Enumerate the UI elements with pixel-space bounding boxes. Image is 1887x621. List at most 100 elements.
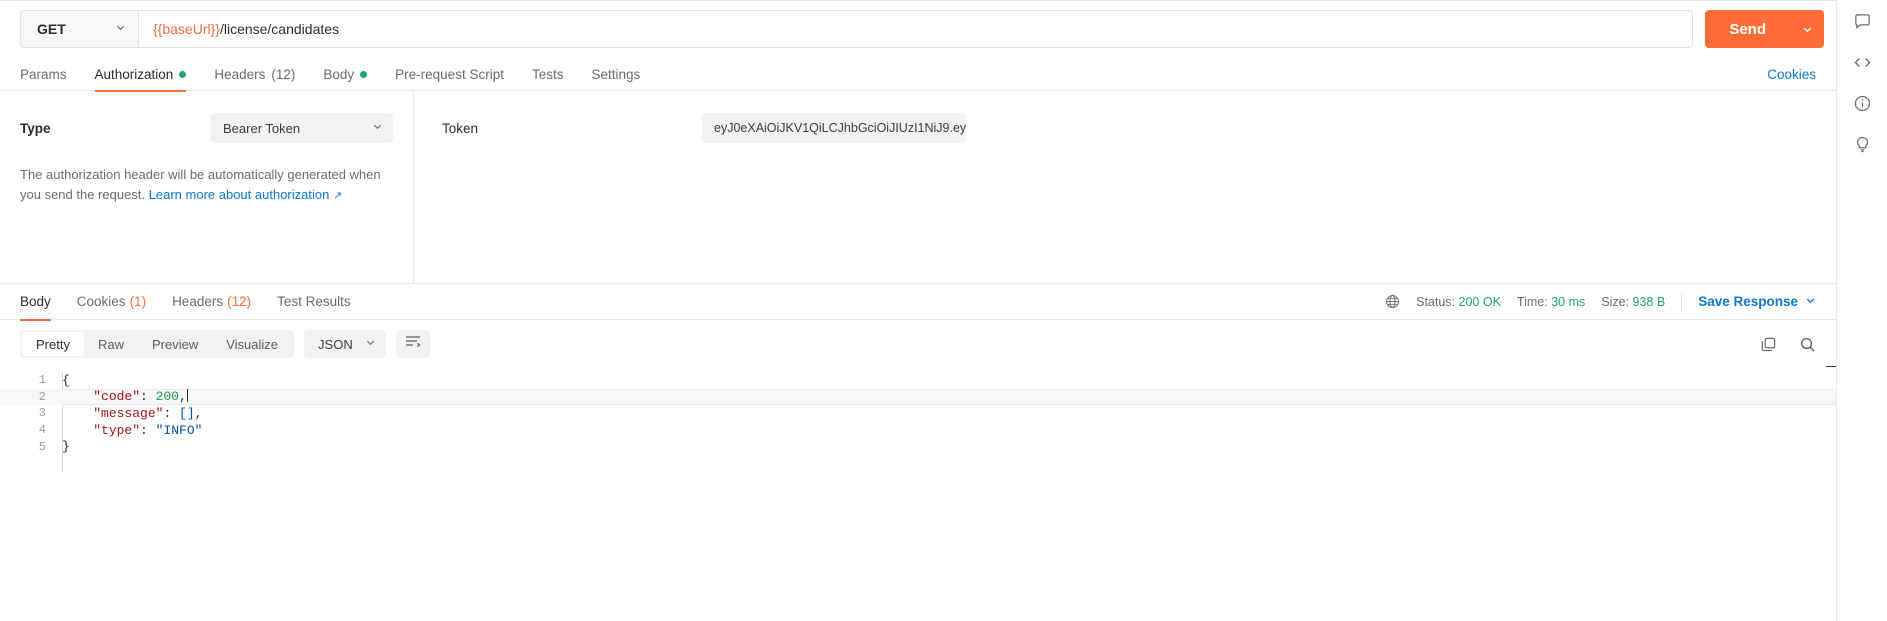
url-bar: GET {{baseUrl}}/license/candidates Send	[0, 0, 1836, 58]
body-active-dot-icon	[360, 70, 368, 78]
format-raw[interactable]: Raw	[84, 332, 138, 356]
line-number: 1	[38, 373, 46, 388]
globe-icon[interactable]	[1385, 294, 1400, 309]
tab-headers-count: (12)	[271, 66, 296, 82]
comment-icon[interactable]	[1853, 12, 1872, 31]
tab-body[interactable]: Body	[323, 58, 368, 91]
code-line[interactable]: 3 "message": [],	[0, 405, 1836, 422]
auth-learn-more-link[interactable]: Learn more about authorization ↗	[149, 187, 343, 202]
response-tab-headers-label: Headers	[172, 294, 224, 309]
response-tab-test-results[interactable]: Test Results	[277, 284, 351, 320]
tab-pre-request-script[interactable]: Pre-request Script	[395, 58, 504, 91]
code-text: "code": 200,	[93, 389, 188, 405]
chevron-down-icon	[115, 22, 126, 36]
code-line[interactable]: 2 "code": 200,	[0, 388, 1836, 406]
auth-type-value: Bearer Token	[223, 120, 301, 136]
auth-type-select[interactable]: Bearer Token	[211, 113, 393, 143]
wrap-lines-button[interactable]	[395, 330, 430, 358]
response-tab-headers[interactable]: Headers (12)	[172, 284, 251, 320]
response-meta: Status: 200 OK Time: 30 ms Size: 938 B S…	[1385, 292, 1816, 311]
tab-headers-label: Headers	[214, 66, 266, 82]
copy-icon[interactable]	[1760, 336, 1777, 353]
chevron-down-icon	[372, 121, 383, 135]
response-tab-cookies-count: (1)	[129, 294, 147, 309]
tab-authorization-label: Authorization	[94, 66, 174, 82]
tab-settings[interactable]: Settings	[591, 58, 640, 91]
line-number: 4	[38, 423, 46, 438]
format-segmented-control: Pretty Raw Preview Visualize	[20, 330, 295, 358]
code-line[interactable]: 1{	[0, 372, 1836, 389]
send-options-chevron-down-icon[interactable]	[1790, 10, 1824, 48]
editor-actions	[1760, 336, 1816, 353]
search-icon[interactable]	[1799, 336, 1816, 353]
size-value: 938 B	[1632, 294, 1666, 309]
language-select[interactable]: JSON	[304, 330, 386, 358]
response-tab-test-results-label: Test Results	[277, 294, 351, 309]
meta-divider	[1681, 292, 1683, 311]
status-label: Status:	[1416, 294, 1456, 309]
code-snippet-icon[interactable]	[1853, 53, 1872, 72]
wrap-lines-icon	[405, 335, 421, 353]
tab-headers[interactable]: Headers (12)	[214, 58, 295, 91]
format-visualize[interactable]: Visualize	[212, 332, 292, 356]
url-combo: GET {{baseUrl}}/license/candidates	[20, 10, 1694, 48]
code-line[interactable]: 4 "type": "INFO"	[0, 422, 1836, 439]
size-label: Size:	[1601, 294, 1630, 309]
authorization-active-dot-icon	[179, 70, 187, 78]
main-column: GET {{baseUrl}}/license/candidates Send	[0, 0, 1836, 621]
code-text: }	[62, 439, 70, 455]
token-value: eyJ0eXAiOiJKV1QiLCJhbGciOiJIUzI1NiJ9.ey…	[714, 121, 966, 135]
size-metric: Size: 938 B	[1601, 295, 1665, 309]
line-number: 3	[38, 406, 46, 421]
response-format-bar: Pretty Raw Preview Visualize JSON	[0, 320, 1836, 366]
http-method-select[interactable]: GET	[21, 11, 139, 47]
code-text: {	[62, 372, 70, 388]
tab-params-label: Params	[20, 66, 67, 82]
code-line[interactable]: 5}	[0, 438, 1836, 455]
lightbulb-icon[interactable]	[1853, 135, 1872, 154]
chevron-down-icon	[365, 337, 376, 351]
token-row: Token eyJ0eXAiOiJKV1QiLCJhbGciOiJIUzI1Ni…	[414, 113, 1836, 143]
info-icon[interactable]	[1853, 94, 1872, 113]
time-label: Time:	[1516, 294, 1548, 309]
response-tabs: Body Cookies (1) Headers (12) Test Resul…	[0, 284, 1836, 321]
code-text: "type": "INFO"	[93, 422, 203, 438]
url-input[interactable]: {{baseUrl}}/license/candidates	[139, 11, 1693, 47]
auth-type-label: Type	[20, 120, 51, 136]
top-divider	[0, 0, 1836, 1]
response-body-editor[interactable]: 1{2 "code": 200, 3 "message": [], 4 "type"…	[0, 366, 1836, 576]
response-body-code[interactable]: 1{2 "code": 200, 3 "message": [], 4 "type"…	[0, 372, 1836, 455]
tab-tests-label: Tests	[531, 66, 564, 82]
http-method-label: GET	[37, 21, 66, 37]
auth-help-text: The authorization header will be automat…	[20, 165, 393, 205]
postman-request-window: GET {{baseUrl}}/license/candidates Send	[0, 0, 1887, 621]
tab-tests[interactable]: Tests	[532, 58, 564, 91]
token-input[interactable]: eyJ0eXAiOiJKV1QiLCJhbGciOiJIUzI1NiJ9.ey…	[702, 113, 966, 143]
status-value: 200 OK	[1458, 294, 1501, 309]
save-response-button[interactable]: Save Response	[1698, 294, 1816, 309]
cookies-link[interactable]: Cookies	[1767, 67, 1816, 82]
save-response-label: Save Response	[1698, 294, 1798, 309]
authorization-pane: Type Bearer Token The authorization head…	[0, 91, 1836, 284]
token-label: Token	[442, 120, 479, 136]
tab-authorization[interactable]: Authorization	[94, 58, 187, 92]
line-number: 5	[38, 439, 46, 454]
chevron-down-icon	[1805, 294, 1816, 309]
tab-params[interactable]: Params	[20, 58, 67, 91]
response-tab-body-label: Body	[20, 294, 51, 309]
format-pretty[interactable]: Pretty	[22, 332, 84, 356]
tab-settings-label: Settings	[591, 66, 641, 82]
format-preview[interactable]: Preview	[138, 332, 212, 356]
send-group: Send	[1705, 10, 1824, 48]
time-metric: Time: 30 ms	[1517, 295, 1585, 309]
line-number: 2	[38, 389, 46, 404]
response-tab-body[interactable]: Body	[20, 284, 51, 321]
tab-body-label: Body	[323, 66, 355, 82]
language-value: JSON	[318, 336, 353, 352]
right-sidebar	[1836, 0, 1887, 621]
scrollbar-thumb[interactable]	[1826, 366, 1836, 367]
send-button[interactable]: Send	[1705, 10, 1790, 48]
response-tab-cookies[interactable]: Cookies (1)	[77, 284, 146, 320]
text-cursor	[186, 389, 188, 403]
auth-learn-more-label: Learn more about authorization	[148, 187, 330, 203]
